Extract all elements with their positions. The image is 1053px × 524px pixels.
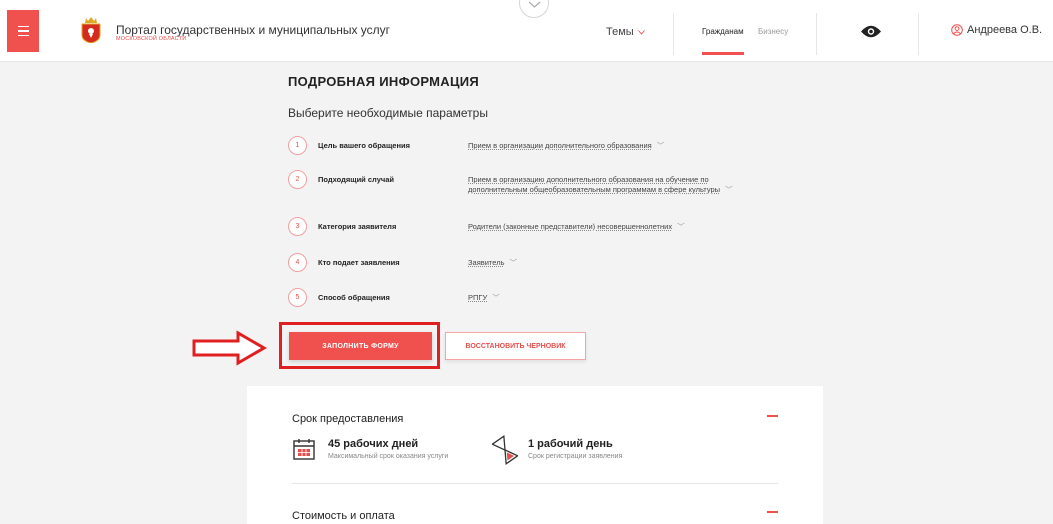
param-value-text: РПГУ (468, 293, 488, 302)
params-subtitle: Выберите необходимые параметры (288, 106, 488, 120)
term-section-title: Срок предоставления (292, 413, 404, 425)
param-value-dropdown[interactable]: Прием в организацию дополнительного обра… (468, 175, 733, 195)
themes-dropdown[interactable]: Темы (606, 26, 645, 38)
step-number: 1 (288, 136, 307, 155)
divider (292, 483, 778, 484)
collapse-term-button[interactable] (767, 415, 778, 417)
header-divider (816, 13, 817, 55)
chevron-down-icon (528, 1, 541, 8)
param-label: Подходящий случай (318, 175, 395, 184)
collapse-header-button[interactable] (519, 0, 549, 18)
param-label: Кто подает заявления (318, 258, 400, 267)
active-tab-indicator (702, 52, 744, 55)
moscow-region-emblem-icon[interactable] (80, 16, 102, 43)
collapse-cost-button[interactable] (767, 511, 778, 513)
param-value-text: Заявитель (468, 258, 505, 267)
chevron-down-icon: ﹀ (656, 141, 665, 150)
burger-line (17, 30, 29, 32)
param-value-dropdown[interactable]: Прием в организации дополнительного обра… (468, 141, 664, 151)
chevron-down-icon: ﹀ (725, 185, 733, 194)
menu-burger-button[interactable] (7, 10, 39, 52)
param-value-dropdown[interactable]: Родители (законные представители) несове… (468, 222, 685, 232)
cost-section-title: Стоимость и оплата (292, 510, 395, 522)
themes-label: Темы (606, 26, 634, 38)
step-number: 5 (288, 288, 307, 307)
param-value-text: Прием в организацию дополнительного обра… (468, 175, 709, 184)
fill-form-button[interactable]: ЗАПОЛНИТЬ ФОРМУ (289, 332, 432, 360)
burger-line (17, 25, 29, 28)
header-divider (918, 13, 919, 55)
term-registration-value: 1 рабочий день (528, 438, 613, 450)
step-number: 3 (288, 217, 307, 236)
user-profile[interactable]: Андреева О.В. (951, 24, 1042, 36)
chevron-down-icon (637, 29, 645, 35)
term-max-value: 45 рабочих дней (328, 438, 419, 450)
chevron-down-icon: ﹀ (492, 293, 500, 302)
chevron-down-icon: ﹀ (509, 258, 518, 267)
service-info-card: Срок предоставления 45 рабочих дней Макс… (247, 386, 823, 524)
param-value-dropdown[interactable]: Заявитель ﹀ (468, 258, 517, 268)
page-title: ПОДРОБНАЯ ИНФОРМАЦИЯ (288, 74, 480, 89)
restore-draft-button[interactable]: ВОССТАНОВИТЬ ЧЕРНОВИК (445, 332, 586, 360)
term-max-caption: Максимальный срок оказания услуги (328, 453, 449, 460)
param-label: Категория заявителя (318, 222, 397, 231)
hourglass-icon (492, 434, 518, 466)
user-name: Андреева О.В. (967, 24, 1043, 36)
user-icon (951, 24, 963, 36)
param-label: Способ обращения (318, 293, 390, 302)
portal-title[interactable]: Портал государственных и муниципальных у… (116, 23, 390, 37)
header-divider (673, 13, 674, 55)
param-value-text: дополнительным общеобразовательным прогр… (468, 185, 721, 194)
param-label: Цель вашего обращения (318, 141, 410, 150)
param-value-dropdown[interactable]: РПГУ ﹀ (468, 293, 500, 303)
red-arrow-right-icon (192, 330, 268, 366)
top-header: Портал государственных и муниципальных у… (0, 0, 1053, 62)
term-registration-caption: Срок регистрации заявления (528, 453, 623, 460)
chevron-down-icon: ﹀ (677, 222, 685, 231)
step-number: 4 (288, 253, 307, 272)
accessibility-eye-icon[interactable] (860, 24, 882, 39)
calendar-icon (293, 439, 315, 460)
tab-citizens[interactable]: Гражданам (702, 27, 744, 36)
step-number: 2 (288, 170, 307, 189)
portal-subtitle: МОСКОВСКОЙ ОБЛАСТИ (116, 36, 187, 42)
burger-line (17, 34, 29, 37)
param-value-text: Родители (законные представители) несове… (468, 222, 673, 231)
tab-business[interactable]: Бизнесу (758, 27, 788, 36)
param-value-text: Прием в организации дополнительного обра… (468, 141, 652, 150)
